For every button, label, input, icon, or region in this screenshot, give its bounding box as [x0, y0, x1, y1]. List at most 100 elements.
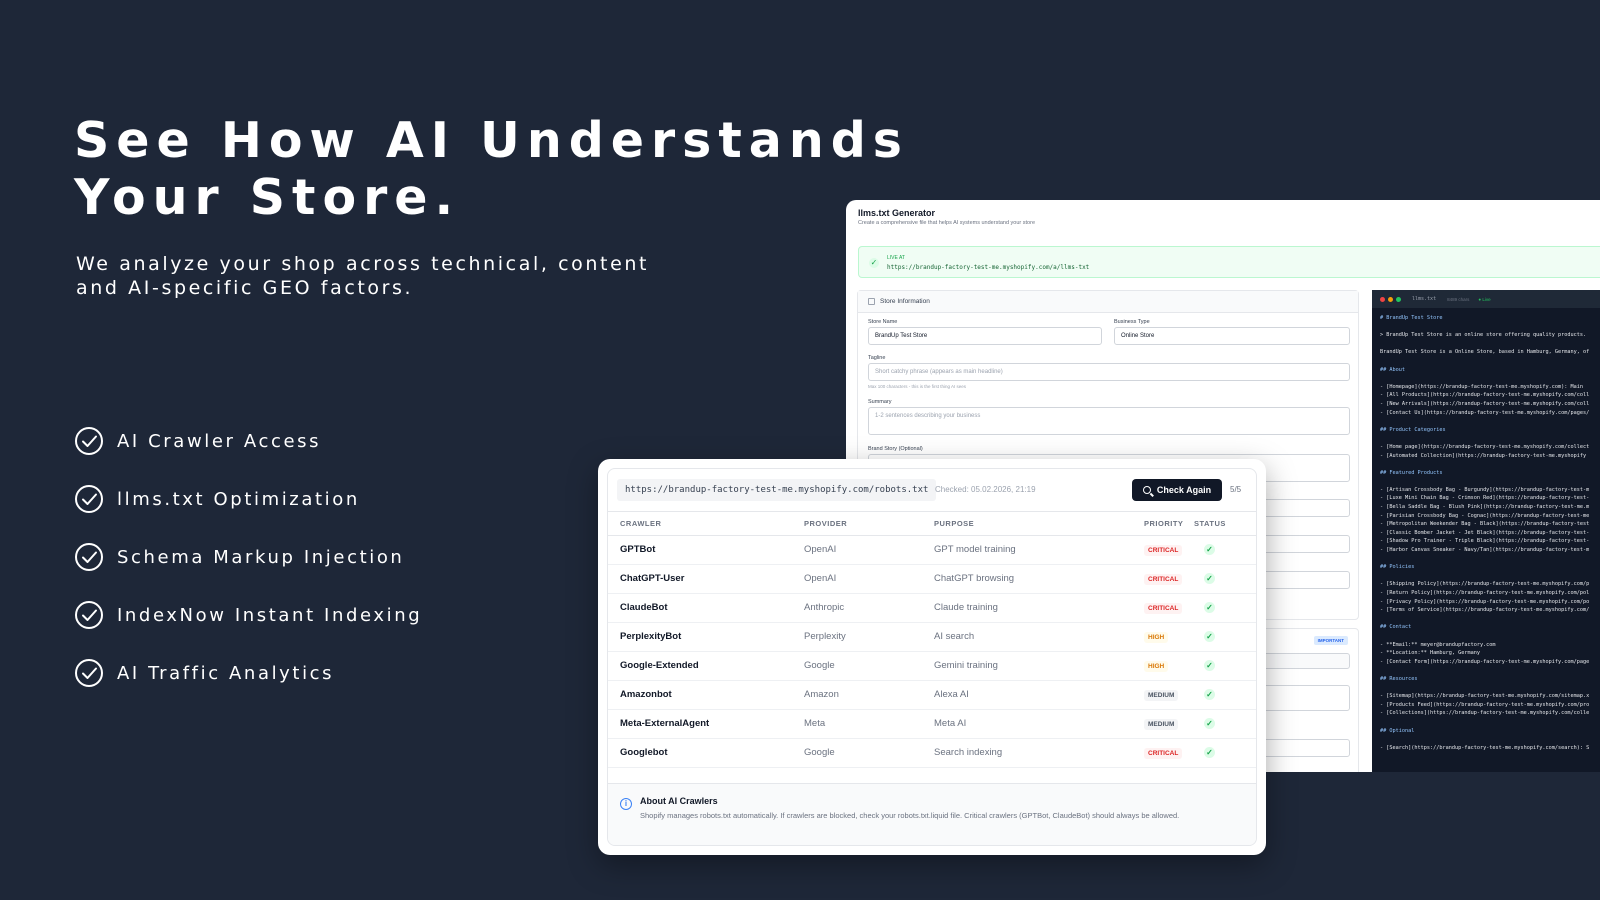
generator-title: llms.txt Generator: [858, 208, 936, 218]
store-name-label: Store Name: [868, 319, 898, 325]
column-header-priority: PRIORITY: [1144, 513, 1194, 536]
crawler-purpose: Gemini training: [934, 651, 1144, 681]
crawler-provider: Amazon: [804, 680, 934, 710]
code-line: ## Policies: [1380, 564, 1415, 571]
code-line: - [Bella Saddle Bag - Blush Pink](https:…: [1380, 504, 1590, 511]
check-circle-icon: [75, 427, 103, 455]
live-banner: ✓ LIVE AT https://brandup-factory-test-m…: [858, 246, 1600, 278]
important-badge: IMPORTANT: [1313, 636, 1348, 645]
crawler-provider: Google: [804, 651, 934, 681]
preview-live-status: ● Live: [1478, 296, 1491, 302]
summary-textarea[interactable]: 1-2 sentences describing your business: [868, 407, 1350, 435]
checked-timestamp: Checked: 05.02.2026, 21:19: [935, 485, 1036, 494]
code-line: ## Featured Products: [1380, 469, 1443, 476]
feature-item: AI Traffic Analytics: [74, 644, 422, 702]
store-name-input[interactable]: BrandUp Test Store: [868, 327, 1102, 345]
llms-preview-panel: llms.txt 8489 chars ● Live # BrandUp Tes…: [1372, 290, 1600, 772]
tagline-hint: Max 100 characters - this is the first t…: [868, 384, 967, 389]
feature-label: AI Traffic Analytics: [117, 662, 335, 684]
about-text: Shopify manages robots.txt automatically…: [640, 811, 1180, 820]
crawler-name: GPTBot: [608, 535, 804, 565]
status-check-icon: ✓: [1204, 718, 1215, 729]
feature-label: Schema Markup Injection: [117, 546, 405, 568]
crawler-provider: Google: [804, 738, 934, 768]
priority-cell: MEDIUM: [1144, 709, 1194, 739]
tagline-label: Tagline: [868, 355, 886, 361]
crawler-provider: Perplexity: [804, 622, 934, 652]
feature-item: AI Crawler Access: [74, 412, 422, 470]
status-check-icon: ✓: [1204, 631, 1215, 642]
code-line: - [Homepage](https://brandup-factory-tes…: [1380, 383, 1584, 390]
check-icon: ✓: [869, 258, 879, 268]
tagline-input[interactable]: Short catchy phrase (appears as main hea…: [868, 363, 1350, 381]
feature-label: AI Crawler Access: [117, 430, 322, 452]
crawler-name: Meta-ExternalAgent: [608, 709, 804, 739]
check-circle-icon: [75, 543, 103, 571]
code-line: - [Classic Bomber Jacket - Jet Black](ht…: [1380, 529, 1590, 536]
robots-url: https://brandup-factory-test-me.myshopif…: [617, 479, 937, 501]
priority-badge: MEDIUM: [1144, 690, 1179, 701]
crawler-name: ClaudeBot: [608, 593, 804, 623]
crawler-name: PerplexityBot: [608, 622, 804, 652]
check-again-button[interactable]: Check Again: [1132, 479, 1222, 501]
code-line: - [Metropolitan Weekender Bag - Black](h…: [1380, 521, 1590, 528]
crawler-provider: OpenAI: [804, 564, 934, 594]
status-cell: ✓: [1194, 651, 1256, 681]
crawler-purpose: Search indexing: [934, 738, 1144, 768]
feature-list: AI Crawler Access llms.txt Optimization …: [74, 412, 422, 702]
priority-badge: CRITICAL: [1144, 748, 1183, 759]
status-cell: ✓: [1194, 622, 1256, 652]
crawler-table-body: GPTBot OpenAI GPT model training CRITICAL ✓ C…: [608, 535, 1256, 768]
priority-badge: CRITICAL: [1144, 545, 1183, 556]
hero-subheadline-line2: and AI-specific GEO factors.: [76, 277, 414, 299]
code-line: - [Shipping Policy](https://brandup-fact…: [1380, 581, 1590, 588]
crawler-purpose: ChatGPT browsing: [934, 564, 1144, 594]
search-icon: [1142, 486, 1151, 494]
crawler-provider: Anthropic: [804, 593, 934, 623]
code-line: - [Products Feed](https://brandup-factor…: [1380, 701, 1590, 708]
column-header-provider: PROVIDER: [804, 513, 934, 536]
priority-cell: MEDIUM: [1144, 680, 1194, 710]
code-line: - **Location:** Hamburg, Germany: [1380, 650, 1480, 657]
check-circle-icon: [75, 659, 103, 687]
feature-label: IndexNow Instant Indexing: [117, 604, 423, 626]
crawler-access-window: https://brandup-factory-test-me.myshopif…: [598, 459, 1266, 855]
priority-cell: HIGH: [1144, 651, 1194, 681]
hero-subheadline: We analyze your shop across technical, c…: [76, 252, 776, 300]
hero-headline-line1: See How AI Understands: [74, 112, 909, 169]
feature-item: Schema Markup Injection: [74, 528, 422, 586]
status-cell: ✓: [1194, 535, 1256, 565]
status-check-icon: ✓: [1204, 544, 1215, 555]
status-cell: ✓: [1194, 593, 1256, 623]
code-line: - [Shadow Pro Trainer - Triple Black](ht…: [1380, 538, 1590, 545]
code-line: - [Contact Us](https://brandup-factory-t…: [1380, 409, 1590, 416]
preview-titlebar: llms.txt 8489 chars ● Live: [1372, 290, 1600, 308]
summary-label: Summary: [868, 399, 892, 405]
table-row: Meta-ExternalAgent Meta Meta AI MEDIUM ✓: [608, 709, 1256, 739]
code-line: - [Contact Form](https://brandup-factory…: [1380, 658, 1590, 665]
hero-headline-line2: Your Store.: [74, 169, 461, 226]
business-type-select[interactable]: Online Store: [1114, 327, 1350, 345]
priority-badge: HIGH: [1144, 661, 1169, 672]
crawler-provider: OpenAI: [804, 535, 934, 565]
live-url-link[interactable]: https://brandup-factory-test-me.myshopif…: [887, 264, 1089, 271]
feature-item: IndexNow Instant Indexing: [74, 586, 422, 644]
status-cell: ✓: [1194, 738, 1256, 768]
close-dot-icon: [1380, 296, 1385, 302]
code-line: BrandUp Test Store is a Online Store, ba…: [1380, 349, 1590, 356]
priority-cell: CRITICAL: [1144, 593, 1194, 623]
status-check-icon: ✓: [1204, 747, 1215, 758]
code-line: - [Artisan Crossbody Bag - Burgundy](htt…: [1380, 486, 1590, 493]
crawler-purpose: GPT model training: [934, 535, 1144, 565]
code-line: # BrandUp Test Store: [1380, 315, 1443, 321]
crawler-access-panel: https://brandup-factory-test-me.myshopif…: [607, 468, 1257, 846]
code-line: - [Automated Collection](https://brandup…: [1380, 452, 1587, 459]
